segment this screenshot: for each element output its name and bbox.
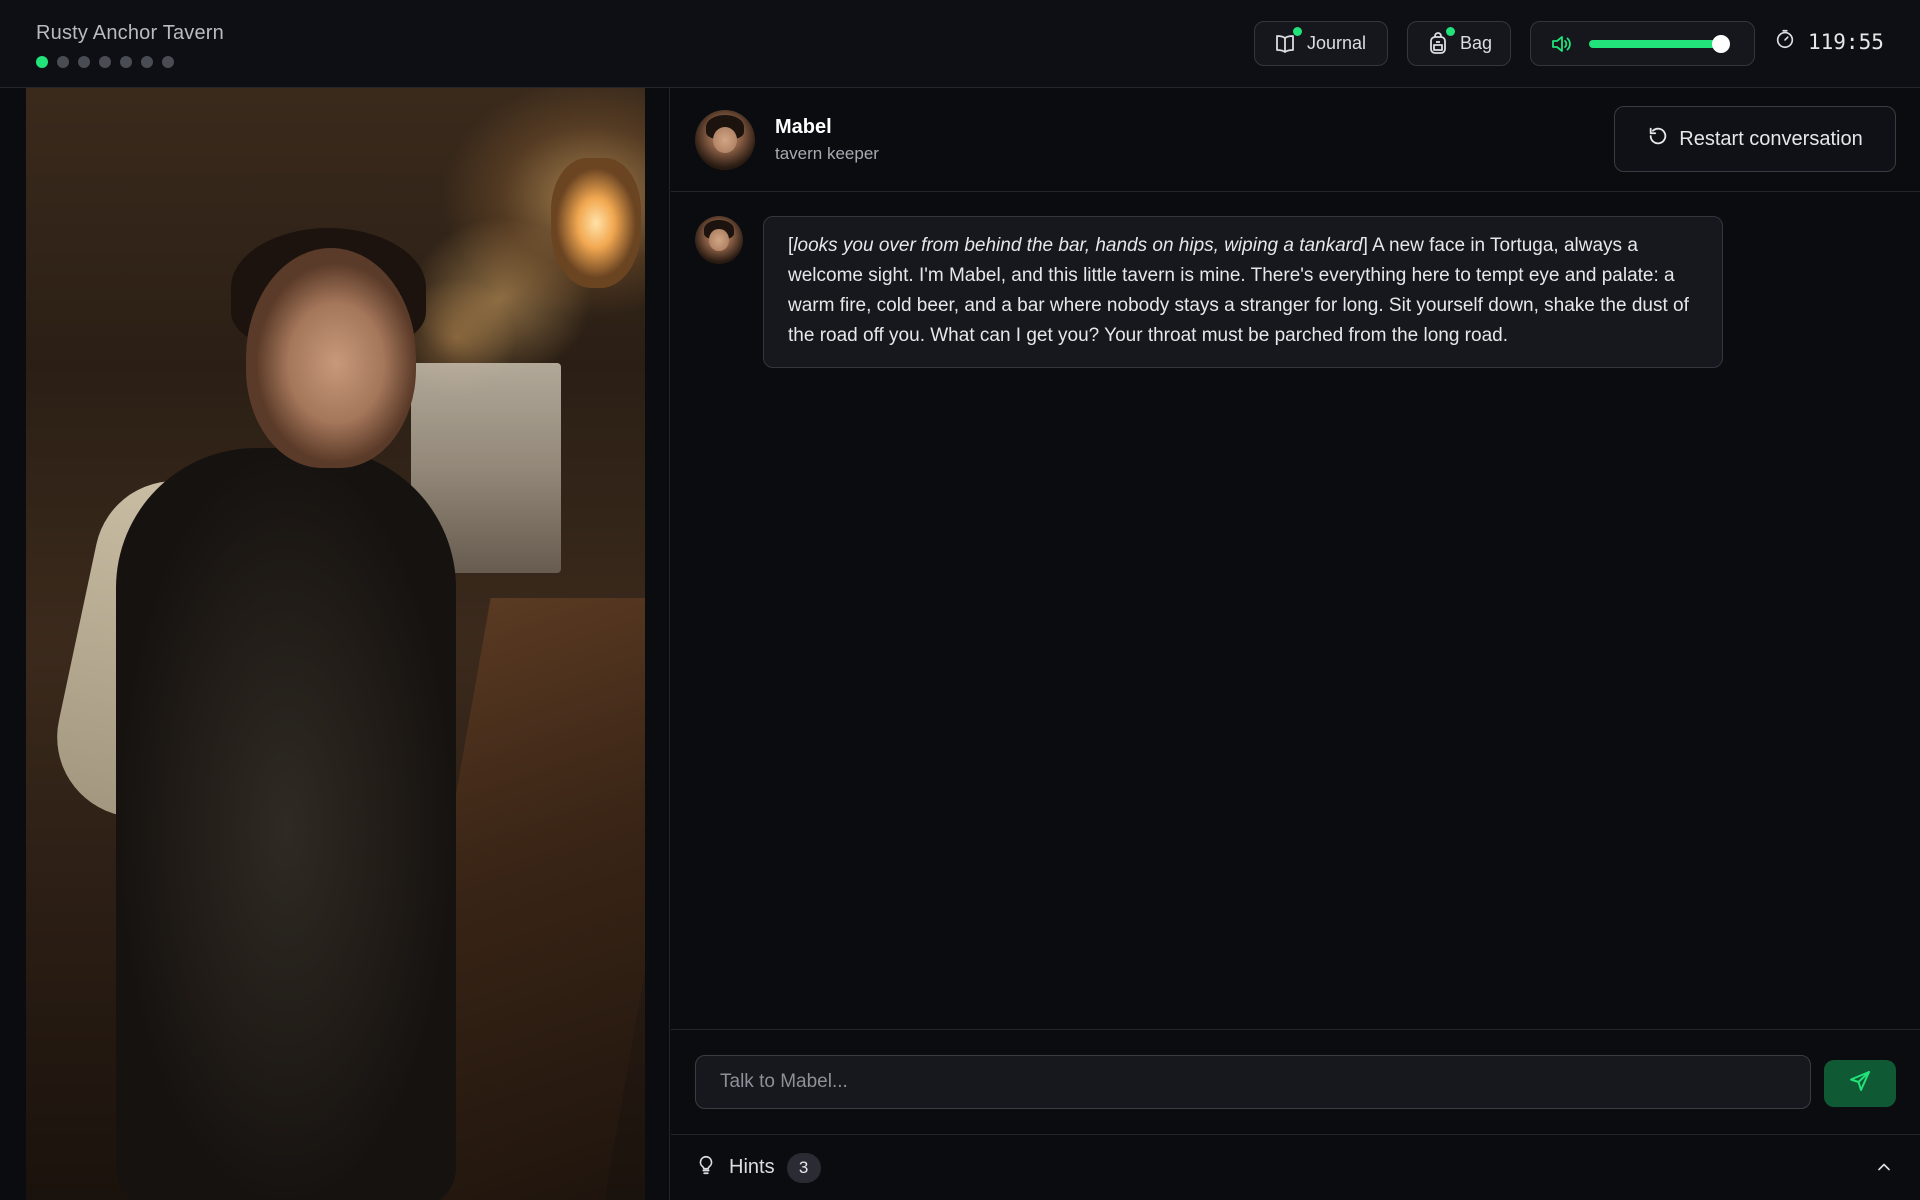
lightbulb-icon [695, 1154, 717, 1181]
bag-label: Bag [1460, 33, 1493, 53]
message-action: looks you over from behind the bar, hand… [793, 235, 1363, 256]
restart-icon [1647, 125, 1669, 153]
top-bar: Rusty Anchor Tavern Journal Bag 119:55 [0, 0, 1920, 88]
character-name: Mabel [775, 116, 832, 138]
book-icon [1273, 26, 1302, 56]
chevron-up-icon[interactable] [1874, 1157, 1894, 1182]
volume-thumb[interactable] [1712, 34, 1730, 53]
message-input[interactable] [695, 1055, 1811, 1109]
speaker-icon[interactable] [1549, 32, 1573, 56]
journal-button[interactable]: Journal [1254, 21, 1388, 66]
restart-label: Restart conversation [1679, 127, 1863, 150]
backpack-icon [1426, 26, 1455, 56]
message-list: [looks you over from behind the bar, han… [671, 192, 1920, 1018]
progress-dots [36, 56, 174, 68]
bag-button[interactable]: Bag [1407, 21, 1511, 66]
composer [671, 1029, 1920, 1135]
character-role: tavern keeper [775, 144, 879, 163]
progress-dot [99, 56, 111, 68]
progress-dot [141, 56, 153, 68]
location-title: Rusty Anchor Tavern [36, 22, 224, 44]
restart-conversation-button[interactable]: Restart conversation [1614, 106, 1896, 172]
progress-dot [36, 56, 48, 68]
character-portrait [26, 88, 645, 1200]
volume-control [1530, 21, 1755, 66]
hints-count-badge: 3 [786, 1152, 821, 1183]
notification-badge [1446, 26, 1455, 36]
chat-panel: Mabel tavern keeper Restart conversation… [671, 88, 1920, 1200]
journal-label: Journal [1307, 33, 1367, 53]
message-bubble: [looks you over from behind the bar, han… [763, 216, 1723, 368]
hints-bar[interactable]: Hints 3 [671, 1135, 1920, 1200]
scene-panel [0, 88, 670, 1200]
timer-value: 119:55 [1808, 29, 1884, 54]
avatar [695, 216, 743, 264]
progress-dot [120, 56, 132, 68]
volume-fill [1589, 39, 1725, 48]
progress-dot [78, 56, 90, 68]
volume-slider[interactable] [1589, 34, 1730, 53]
send-button[interactable] [1824, 1060, 1896, 1107]
avatar [695, 110, 755, 170]
hints-label: Hints [729, 1156, 775, 1178]
send-icon [1848, 1069, 1872, 1098]
progress-dot [57, 56, 69, 68]
progress-dot [162, 56, 174, 68]
chat-header: Mabel tavern keeper Restart conversation [671, 88, 1920, 192]
notification-badge [1293, 26, 1302, 36]
timer: 119:55 [1774, 28, 1884, 55]
stopwatch-icon [1774, 28, 1796, 55]
